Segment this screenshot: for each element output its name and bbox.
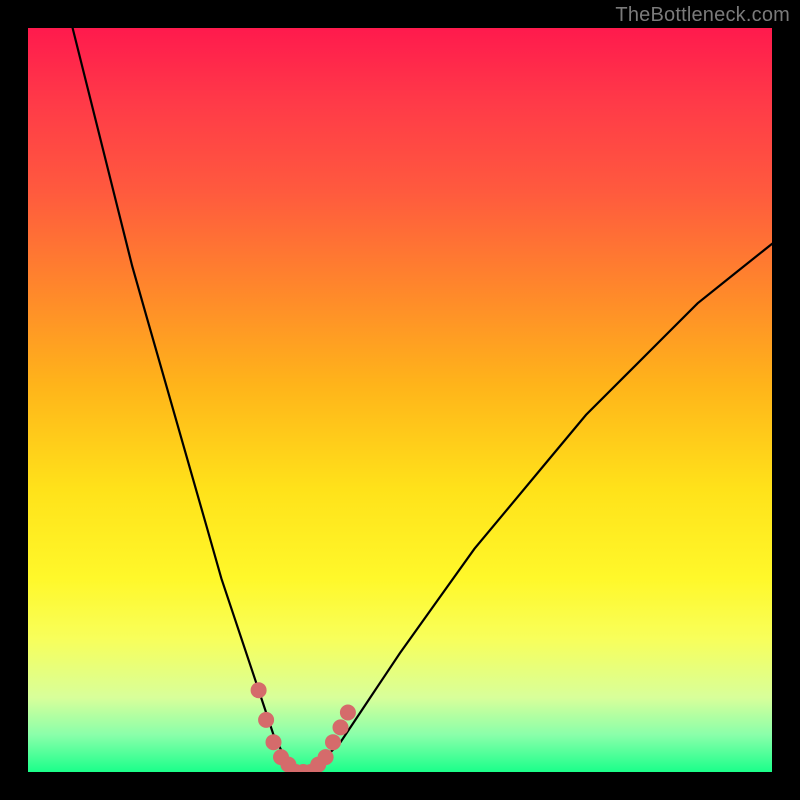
chart-svg (28, 28, 772, 772)
marker-dot (325, 734, 341, 750)
chart-frame: TheBottleneck.com (0, 0, 800, 800)
marker-dot (258, 712, 274, 728)
marker-dot (318, 749, 334, 765)
marker-dot (333, 719, 349, 735)
bottleneck-curve (73, 28, 772, 772)
marker-dot (251, 682, 267, 698)
highlighted-points (251, 682, 356, 772)
watermark-text: TheBottleneck.com (615, 4, 790, 27)
marker-dot (340, 705, 356, 721)
marker-dot (266, 734, 282, 750)
